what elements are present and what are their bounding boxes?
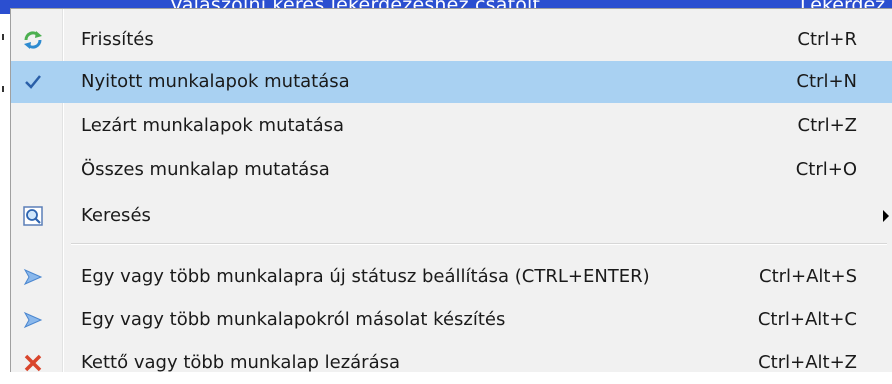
menu-item-label: Lezárt munkalapok mutatása [81,115,345,136]
checkmark-icon [21,70,45,94]
menu-item-show-open[interactable]: Nyitott munkalapok mutatása Ctrl+N [11,61,892,103]
menu-item-refresh[interactable]: Frissítés Ctrl+R [11,19,892,61]
menu-item-shortcut: Ctrl+Alt+S [759,266,857,287]
menu-item-label: Frissítés [81,29,154,50]
background-window-edge [0,14,10,371]
menu-item-show-closed[interactable]: Lezárt munkalapok mutatása Ctrl+Z [11,105,892,147]
forward-arrow-icon [21,265,45,289]
menu-item-close-worksheets[interactable]: Kettő vagy több munkalap lezárása Ctrl+A… [11,342,892,384]
menu-item-label: Keresés [81,205,151,226]
search-icon [21,204,45,228]
menu-item-shortcut: Ctrl+Alt+Z [758,352,857,373]
menu-item-set-status[interactable]: Egy vagy több munkalapra új státusz beál… [11,256,892,298]
menu-item-shortcut: Ctrl+R [797,29,857,50]
menu-item-label: Összes munkalap mutatása [81,159,330,180]
menu-item-shortcut: Ctrl+O [795,159,857,180]
menu-item-shortcut: Ctrl+Z [797,115,857,136]
menu-item-shortcut: Ctrl+N [796,71,857,92]
menu-item-copy[interactable]: Egy vagy több munkalapokról másolat kész… [11,299,892,341]
menu-item-label: Nyitott munkalapok mutatása [81,71,350,92]
menu-item-label: Egy vagy több munkalapokról másolat kész… [81,309,506,330]
close-x-icon [21,351,45,375]
submenu-arrow-icon [883,210,889,222]
forward-arrow-icon [21,308,45,332]
menu-item-show-all[interactable]: Összes munkalap mutatása Ctrl+O [11,149,892,191]
menu-item-search[interactable]: Keresés [11,195,892,237]
menu-item-shortcut: Ctrl+Alt+C [757,309,857,330]
menu-item-label: Kettő vagy több munkalap lezárása [81,352,401,373]
context-menu: Frissítés Ctrl+R Nyitott munkalapok muta… [10,8,892,373]
menu-item-label: Egy vagy több munkalapra új státusz beál… [81,266,650,287]
refresh-icon [21,28,45,52]
